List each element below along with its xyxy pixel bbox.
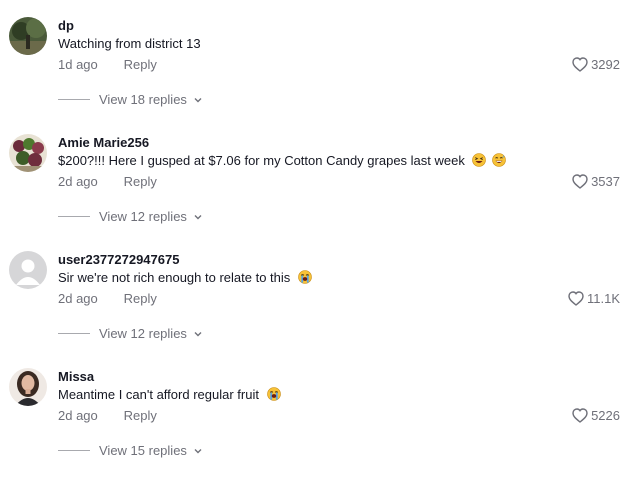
reply-button[interactable]: Reply xyxy=(124,408,157,423)
comment-item: user2377272947675 Sir we're not rich eno… xyxy=(0,251,634,368)
chevron-down-icon xyxy=(194,331,202,336)
comment-timestamp: 1d ago xyxy=(58,57,98,72)
view-replies-label: View 18 replies xyxy=(99,92,187,107)
like-button[interactable]: 3292 xyxy=(572,57,620,72)
view-replies-label: View 12 replies xyxy=(99,209,187,224)
comment-username[interactable]: Missa xyxy=(58,369,94,384)
default-user-icon xyxy=(9,251,47,289)
like-count: 3292 xyxy=(591,57,620,72)
comment-item: Missa Meantime I can't afford regular fr… xyxy=(0,368,634,485)
like-button[interactable]: 3537 xyxy=(572,174,620,189)
chevron-down-icon xyxy=(194,97,202,102)
comment-meta: 2d ago Reply xyxy=(58,291,157,306)
grinning-sweat-emoji xyxy=(492,153,506,167)
comment-timestamp: 2d ago xyxy=(58,174,98,189)
heart-icon xyxy=(568,291,584,306)
comment-text: $200?!!! Here I gusped at $7.06 for my C… xyxy=(58,153,506,168)
view-replies-label: View 15 replies xyxy=(99,443,187,458)
comment-text: Sir we're not rich enough to relate to t… xyxy=(58,270,312,285)
comment-meta: 2d ago Reply xyxy=(58,408,157,423)
loudly-crying-emoji xyxy=(266,387,281,401)
heart-icon xyxy=(572,408,588,423)
view-replies-button[interactable]: View 15 replies xyxy=(58,443,203,458)
view-replies-button[interactable]: View 12 replies xyxy=(58,209,203,224)
comment-item: dp Watching from district 13 1d ago Repl… xyxy=(0,17,634,134)
avatar[interactable] xyxy=(9,368,47,406)
like-button[interactable]: 5226 xyxy=(572,408,620,423)
comment-username[interactable]: user2377272947675 xyxy=(58,252,179,267)
avatar[interactable] xyxy=(9,251,47,289)
comment-text-content: $200?!!! Here I gusped at $7.06 for my C… xyxy=(58,153,465,168)
divider-line xyxy=(58,216,90,217)
view-replies-button[interactable]: View 12 replies xyxy=(58,326,203,341)
avatar[interactable] xyxy=(9,17,47,55)
comment-meta: 1d ago Reply xyxy=(58,57,157,72)
reply-button[interactable]: Reply xyxy=(124,174,157,189)
like-count: 3537 xyxy=(591,174,620,189)
comment-username[interactable]: dp xyxy=(58,18,74,33)
avatar-person-icon xyxy=(9,368,47,406)
comment-username[interactable]: Amie Marie256 xyxy=(58,135,149,150)
reply-button[interactable]: Reply xyxy=(124,291,157,306)
laughing-squint-emoji xyxy=(472,153,487,167)
comment-text: Watching from district 13 xyxy=(58,36,201,51)
heart-icon xyxy=(572,174,588,189)
chevron-down-icon xyxy=(194,448,202,453)
view-replies-button[interactable]: View 18 replies xyxy=(58,92,203,107)
chevron-down-icon xyxy=(194,214,202,219)
reply-button[interactable]: Reply xyxy=(124,57,157,72)
comment-item: Amie Marie256 $200?!!! Here I gusped at … xyxy=(0,134,634,251)
divider-line xyxy=(58,333,90,334)
like-count: 5226 xyxy=(591,408,620,423)
divider-line xyxy=(58,450,90,451)
comment-meta: 2d ago Reply xyxy=(58,174,157,189)
divider-line xyxy=(58,99,90,100)
comment-text: Meantime I can't afford regular fruit xyxy=(58,387,281,402)
avatar-fruit-icon xyxy=(9,134,47,172)
comment-timestamp: 2d ago xyxy=(58,291,98,306)
comment-text-content: Meantime I can't afford regular fruit xyxy=(58,387,259,402)
avatar-forest-icon xyxy=(9,17,47,55)
heart-icon xyxy=(572,57,588,72)
view-replies-label: View 12 replies xyxy=(99,326,187,341)
loudly-crying-emoji xyxy=(298,270,312,284)
like-button[interactable]: 11.1K xyxy=(568,291,620,306)
like-count: 11.1K xyxy=(586,291,620,306)
avatar[interactable] xyxy=(9,134,47,172)
comment-timestamp: 2d ago xyxy=(58,408,98,423)
comment-text-content: Sir we're not rich enough to relate to t… xyxy=(58,270,291,285)
